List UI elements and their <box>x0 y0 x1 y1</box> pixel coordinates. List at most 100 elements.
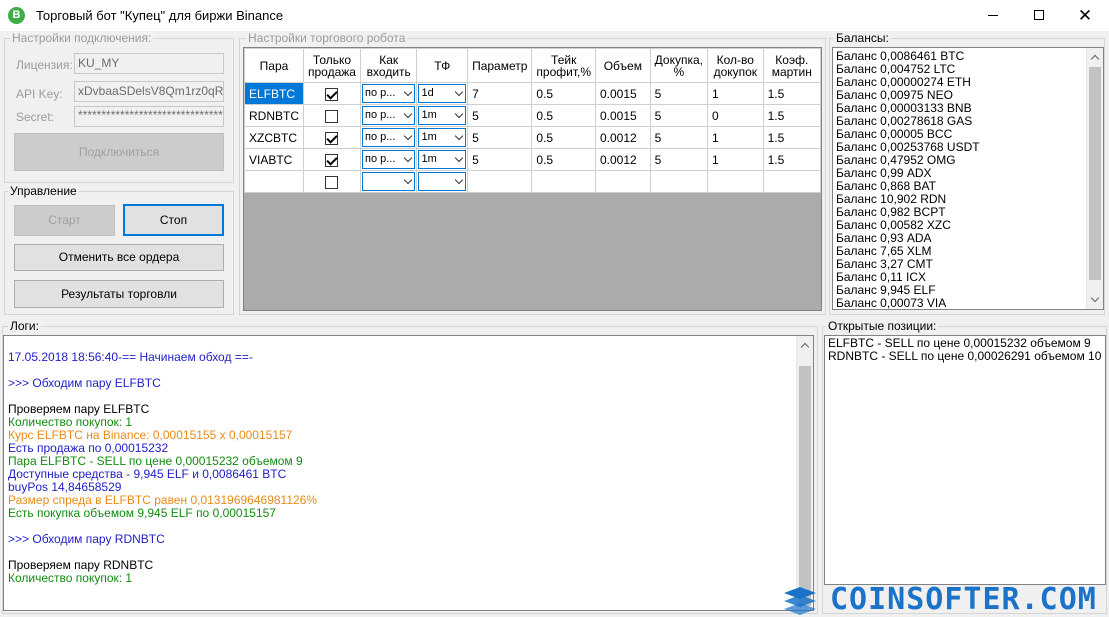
col-header[interactable]: Коэф. мартин <box>762 48 821 83</box>
cell-sell-only[interactable] <box>303 126 361 149</box>
cell-param[interactable]: 5 <box>467 148 533 171</box>
cell-volume[interactable]: 0.0015 <box>595 104 651 127</box>
entry-combo[interactable]: по р... <box>361 150 416 169</box>
tf-combo[interactable]: 1m <box>418 150 467 169</box>
scroll-thumb[interactable] <box>799 366 811 606</box>
cell-empty[interactable] <box>762 170 821 193</box>
col-header[interactable]: ТФ <box>416 48 469 83</box>
cell-rebuy-pct[interactable]: 5 <box>649 126 709 149</box>
checkbox[interactable] <box>325 131 339 145</box>
cell-tf[interactable]: 1m <box>416 126 469 149</box>
minimize-button[interactable] <box>970 0 1016 31</box>
cell-entry[interactable]: по р... <box>359 104 418 127</box>
cell-empty[interactable] <box>531 170 596 193</box>
col-header[interactable]: Тейк профит,% <box>531 48 596 83</box>
balances-list[interactable]: Баланс 0,0086461 BTC Баланс 0,004752 LTC Б… <box>832 47 1104 310</box>
tf-combo[interactable]: 1d <box>418 84 467 103</box>
trade-results-button[interactable]: Результаты торговли <box>14 280 224 308</box>
col-header[interactable]: Только продажа <box>303 48 361 83</box>
tf-combo[interactable]: 1m <box>418 128 467 147</box>
table-row[interactable]: XZCBTC по р... 1m 5 0.5 0.0012 5 1 1.5 <box>244 126 821 149</box>
cell-rebuy-count[interactable]: 1 <box>707 82 764 105</box>
cell-volume[interactable]: 0.0015 <box>595 82 651 105</box>
logs-scrollbar[interactable] <box>796 336 813 610</box>
cell-volume[interactable]: 0.0012 <box>595 148 651 171</box>
maximize-button[interactable] <box>1016 0 1062 31</box>
cell-empty[interactable] <box>707 170 764 193</box>
cell-martin[interactable]: 1.5 <box>762 104 821 127</box>
cell-sell-only[interactable] <box>303 170 361 193</box>
table-row-new[interactable] <box>244 170 821 193</box>
entry-combo[interactable] <box>361 172 416 191</box>
cell-param[interactable]: 5 <box>467 126 533 149</box>
connect-button[interactable]: Подключиться <box>14 133 224 171</box>
cell-sell-only[interactable] <box>303 104 361 127</box>
cell-take-profit[interactable]: 0.5 <box>531 148 596 171</box>
cell-empty[interactable] <box>649 170 709 193</box>
cell-rebuy-pct[interactable]: 5 <box>649 148 709 171</box>
cell-rebuy-pct[interactable]: 5 <box>649 82 709 105</box>
cell-take-profit[interactable]: 0.5 <box>531 126 596 149</box>
apikey-field[interactable]: xDvbaaSDelsV8Qm1rz0qRgzM <box>74 81 224 102</box>
positions-list[interactable]: ELFBTC - SELL по цене 0,00015232 объемом… <box>824 335 1106 585</box>
cell-entry[interactable]: по р... <box>359 82 418 105</box>
checkbox[interactable] <box>325 175 339 189</box>
cell-entry[interactable] <box>359 170 418 193</box>
scroll-up-icon[interactable] <box>800 342 810 352</box>
cell-empty[interactable] <box>595 170 651 193</box>
checkbox[interactable] <box>325 109 339 123</box>
checkbox[interactable] <box>325 87 339 101</box>
cell-volume[interactable]: 0.0012 <box>595 126 651 149</box>
entry-combo[interactable]: по р... <box>361 84 416 103</box>
cell-tf[interactable]: 1d <box>416 82 469 105</box>
entry-combo[interactable]: по р... <box>361 128 416 147</box>
secret-field[interactable]: ********************************** <box>74 106 224 127</box>
cell-sell-only[interactable] <box>303 148 361 171</box>
checkbox[interactable] <box>325 153 339 167</box>
cell-tf[interactable] <box>416 170 469 193</box>
cell-martin[interactable]: 1.5 <box>762 82 821 105</box>
cell-pair[interactable]: RDNBTC <box>244 104 304 127</box>
cell-martin[interactable]: 1.5 <box>762 126 821 149</box>
cell-pair[interactable] <box>244 170 304 193</box>
close-button[interactable]: ✕ <box>1062 0 1108 31</box>
cell-param[interactable]: 5 <box>467 104 533 127</box>
cell-take-profit[interactable]: 0.5 <box>531 104 596 127</box>
cell-martin[interactable]: 1.5 <box>762 148 821 171</box>
col-header[interactable]: Параметр <box>467 48 533 83</box>
scroll-down-icon[interactable] <box>1090 293 1100 303</box>
table-row[interactable]: VIABTC по р... 1m 5 0.5 0.0012 5 1 1.5 <box>244 148 821 171</box>
cell-tf[interactable]: 1m <box>416 104 469 127</box>
list-item[interactable]: RDNBTC - SELL по цене 0,00026291 объемом… <box>825 350 1105 363</box>
cell-entry[interactable]: по р... <box>359 126 418 149</box>
tf-combo[interactable]: 1m <box>418 106 467 125</box>
col-header[interactable]: Кол-во докупок <box>707 48 764 83</box>
cell-entry[interactable]: по р... <box>359 148 418 171</box>
balances-scrollbar[interactable] <box>1086 48 1103 309</box>
entry-combo[interactable]: по р... <box>361 106 416 125</box>
license-field[interactable]: KU_MY <box>74 53 224 74</box>
col-header[interactable]: Докупка, % <box>649 48 709 83</box>
cell-rebuy-pct[interactable]: 5 <box>649 104 709 127</box>
cell-pair[interactable]: VIABTC <box>244 148 304 171</box>
cancel-orders-button[interactable]: Отменить все ордера <box>14 244 224 271</box>
cell-pair[interactable]: ELFBTC <box>244 82 304 105</box>
col-header[interactable]: Пара <box>244 48 304 83</box>
table-row[interactable]: ELFBTC по р... 1d 7 0.5 0.0015 5 1 1.5 <box>244 82 821 105</box>
cell-pair[interactable]: XZCBTC <box>244 126 304 149</box>
list-item[interactable]: Баланс 0,00073 VIA <box>833 297 1103 310</box>
col-header[interactable]: Как входить <box>359 48 418 83</box>
table-row[interactable]: RDNBTC по р... 1m 5 0.5 0.0015 5 0 1.5 <box>244 104 821 127</box>
cell-param[interactable]: 7 <box>467 82 533 105</box>
cell-rebuy-count[interactable]: 1 <box>707 148 764 171</box>
tf-combo[interactable] <box>418 172 467 191</box>
cell-empty[interactable] <box>467 170 533 193</box>
cell-take-profit[interactable]: 0.5 <box>531 82 596 105</box>
scroll-up-icon[interactable] <box>1090 54 1100 64</box>
stop-button[interactable]: Стоп <box>123 204 224 236</box>
cell-rebuy-count[interactable]: 1 <box>707 126 764 149</box>
col-header[interactable]: Объем <box>595 48 651 83</box>
start-button[interactable]: Старт <box>14 205 115 236</box>
cell-tf[interactable]: 1m <box>416 148 469 171</box>
cell-sell-only[interactable] <box>303 82 361 105</box>
